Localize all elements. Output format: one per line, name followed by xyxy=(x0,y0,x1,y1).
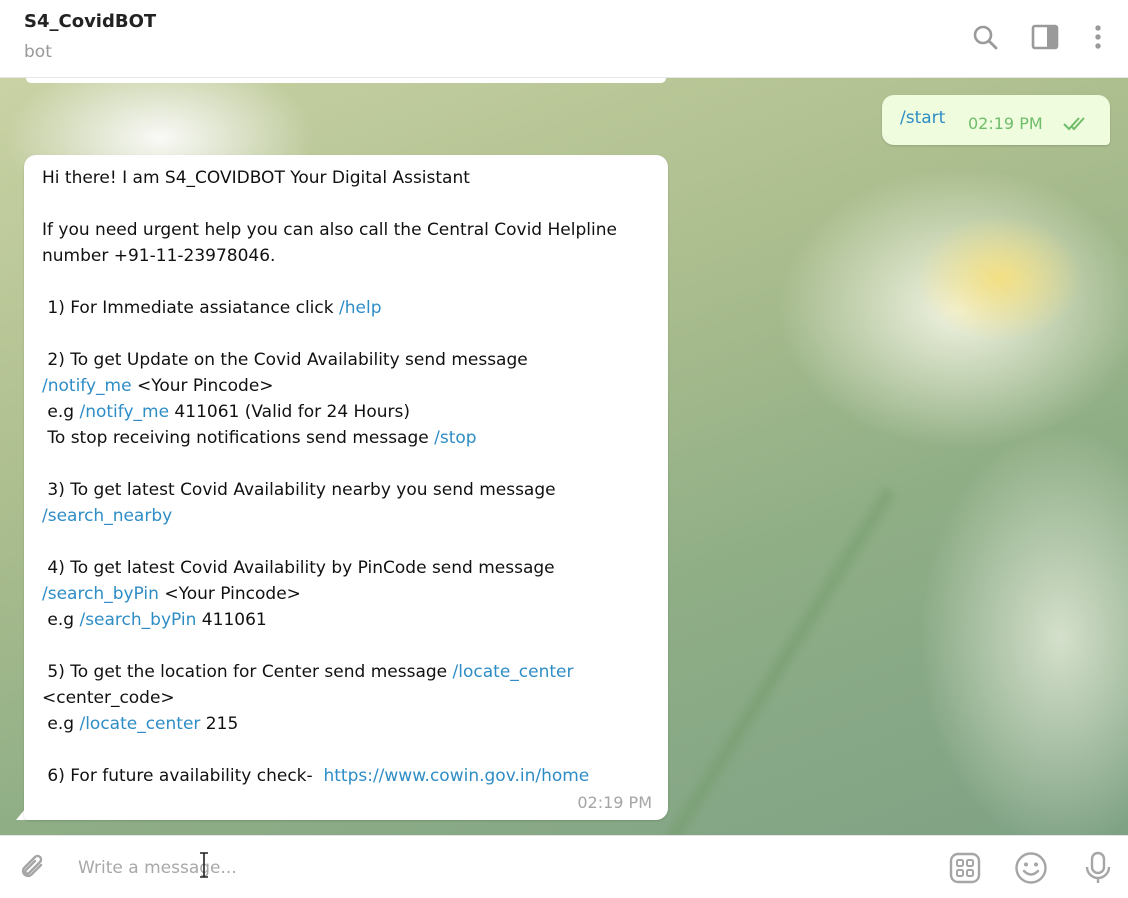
message-line: If you need urgent help you can also cal… xyxy=(42,217,652,243)
chat-status: bot xyxy=(24,42,52,62)
message-text: 2) To get Update on the Covid Availabili… xyxy=(42,350,528,370)
message-text: e.g xyxy=(42,714,80,734)
emoji-icon[interactable] xyxy=(1014,851,1048,885)
bot-command-link[interactable]: /locate_center xyxy=(79,714,200,734)
double-check-icon xyxy=(1062,115,1090,135)
message-line: /notify_me <Your Pincode> xyxy=(42,373,652,399)
message-line: /search_nearby xyxy=(42,503,652,529)
message-line: 1) For Immediate assiatance click /help xyxy=(42,295,652,321)
message-text: 6) For future availability check- xyxy=(42,766,324,786)
message-text: <Your Pincode> xyxy=(131,376,274,396)
more-vertical-icon[interactable] xyxy=(1083,22,1113,52)
message-line: Hi there! I am S4_COVIDBOT Your Digital … xyxy=(42,165,652,191)
message-text: 411061 xyxy=(196,610,267,630)
chat-header: S4_CovidBOT bot xyxy=(0,0,1128,78)
bot-command-link[interactable]: /notify_me xyxy=(42,376,132,396)
bot-command-link[interactable]: /stop xyxy=(434,428,476,448)
message-text: Hi there! I am S4_COVIDBOT Your Digital … xyxy=(42,168,470,188)
attach-icon[interactable] xyxy=(17,851,51,885)
message-text: If you need urgent help you can also cal… xyxy=(42,220,617,240)
message-url-link[interactable]: https://www.cowin.gov.in/home xyxy=(323,766,589,786)
message-line: e.g /search_byPin 411061 xyxy=(42,607,652,633)
bot-command-link[interactable]: /notify_me xyxy=(79,402,169,422)
message-text: 215 xyxy=(200,714,239,734)
bot-commands-icon[interactable] xyxy=(948,851,982,885)
message-text: 5) To get the location for Center send m… xyxy=(42,662,453,682)
message-line: number +91-11-23978046. xyxy=(42,243,652,269)
outgoing-message-time: 02:19 PM xyxy=(968,114,1043,133)
previous-message-edge xyxy=(26,78,666,83)
incoming-message-text: Hi there! I am S4_COVIDBOT Your Digital … xyxy=(42,165,652,789)
message-text: 411061 (Valid for 24 Hours) xyxy=(169,402,410,422)
incoming-message-time: 02:19 PM xyxy=(577,793,652,812)
message-text: <Your Pincode> xyxy=(158,584,301,604)
message-text: To stop receiving notifications send mes… xyxy=(42,428,435,448)
bot-command-link[interactable]: /search_byPin xyxy=(42,584,159,604)
incoming-message[interactable]: Hi there! I am S4_COVIDBOT Your Digital … xyxy=(24,155,668,820)
message-line: 3) To get latest Covid Availability near… xyxy=(42,477,652,503)
message-line: To stop receiving notifications send mes… xyxy=(42,425,652,451)
message-text: 4) To get latest Covid Availability by P… xyxy=(42,558,555,578)
chat-history[interactable]: /start 02:19 PM Hi there! I am S4_COVIDB… xyxy=(0,78,1128,835)
outgoing-message-command[interactable]: /start xyxy=(900,108,945,128)
outgoing-message[interactable]: /start 02:19 PM xyxy=(882,95,1110,145)
bot-command-link[interactable]: /locate_center xyxy=(453,662,574,682)
sidebar-toggle-icon[interactable] xyxy=(1030,22,1060,52)
wallpaper-decoration xyxy=(660,485,898,835)
chat-title[interactable]: S4_CovidBOT xyxy=(24,11,156,32)
bot-command-link[interactable]: /search_nearby xyxy=(42,506,172,526)
message-composer xyxy=(0,835,1128,898)
bot-command-link[interactable]: /search_byPin xyxy=(79,610,196,630)
message-text: number +91-11-23978046. xyxy=(42,246,276,266)
message-text: 1) For Immediate assiatance click xyxy=(42,298,340,318)
message-line: 4) To get latest Covid Availability by P… xyxy=(42,555,652,581)
message-text: e.g xyxy=(42,610,80,630)
message-line: 2) To get Update on the Covid Availabili… xyxy=(42,347,652,373)
microphone-icon[interactable] xyxy=(1081,851,1115,885)
bot-command-link[interactable]: /help xyxy=(339,298,381,318)
message-line: 5) To get the location for Center send m… xyxy=(42,659,652,685)
message-line: 6) For future availability check- https:… xyxy=(42,763,652,789)
message-text: <center_code> xyxy=(42,688,175,708)
message-line: e.g /notify_me 411061 (Valid for 24 Hour… xyxy=(42,399,652,425)
message-text: 3) To get latest Covid Availability near… xyxy=(42,480,556,500)
message-line: <center_code> xyxy=(42,685,652,711)
message-line: e.g /locate_center 215 xyxy=(42,711,652,737)
search-icon[interactable] xyxy=(970,22,1000,52)
message-line: /search_byPin <Your Pincode> xyxy=(42,581,652,607)
message-text: e.g xyxy=(42,402,80,422)
text-cursor-icon xyxy=(197,851,211,879)
